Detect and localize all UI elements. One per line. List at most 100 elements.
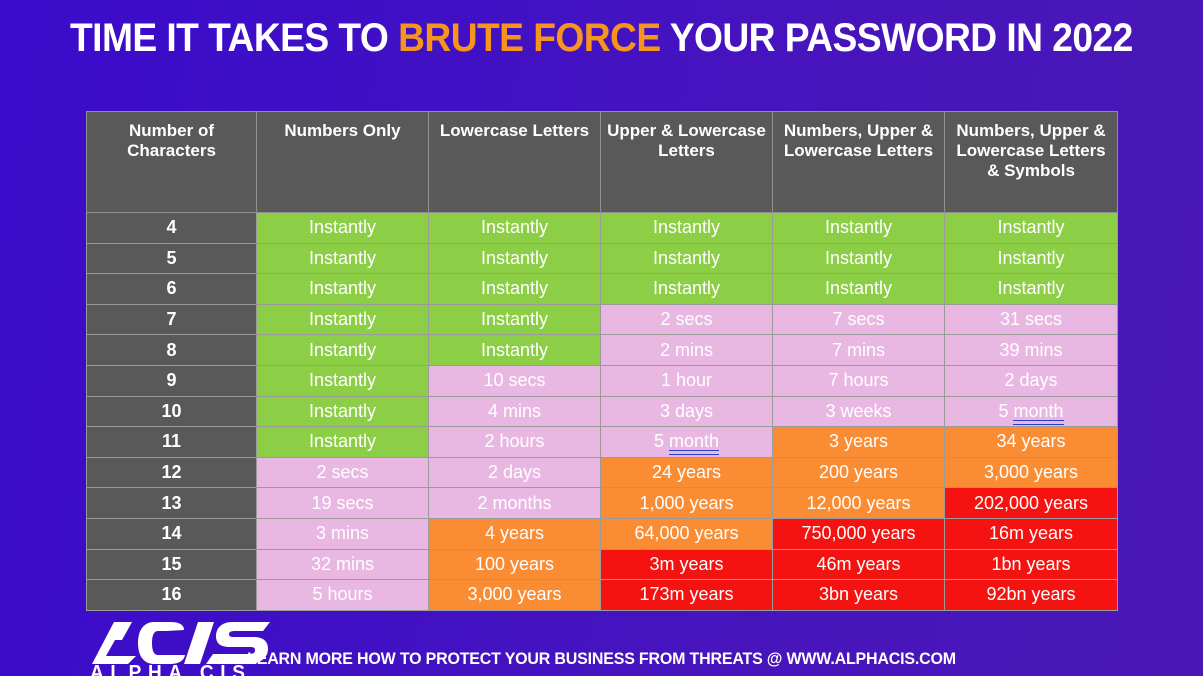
crack-time-cell: Instantly — [256, 395, 429, 428]
row-label-character-count: 7 — [86, 303, 257, 336]
crack-time-cell: Instantly — [428, 212, 601, 244]
table-row: 8 Instantly Instantly 2 mins 7 mins 39 mins — [86, 334, 1118, 366]
table-row: 11 Instantly 2 hours 5 month 3 years 34 years — [86, 426, 1118, 458]
crack-time-cell: Instantly — [944, 212, 1118, 244]
crack-time-cell: 750,000 years — [772, 517, 945, 550]
grammar-underline: month — [1013, 400, 1064, 421]
table-row: 15 32 mins 100 years 3m years 46m years 1bn y… — [86, 548, 1118, 581]
crack-time-cell: Instantly — [256, 242, 429, 275]
crack-time-cell: 4 mins — [428, 395, 601, 428]
crack-time-cell: 2 secs — [600, 303, 773, 336]
row-label-character-count: 6 — [86, 273, 257, 305]
crack-time-cell: 5 hours — [256, 579, 429, 611]
crack-time-cell: 3bn years — [772, 579, 945, 611]
crack-time-cell: 5 month — [600, 426, 773, 458]
row-label-character-count: 8 — [86, 334, 257, 366]
table-header-row: Number of Characters Numbers Only Lowerc… — [86, 111, 1118, 213]
row-label-character-count: 10 — [86, 395, 257, 428]
crack-time-cell: 3m years — [600, 548, 773, 581]
table-row: 10 Instantly 4 mins 3 days 3 weeks 5 month — [86, 395, 1118, 428]
crack-time-cell: 2 mins — [600, 334, 773, 366]
column-header-lowercase: Lowercase Letters — [428, 111, 601, 213]
row-label-character-count: 9 — [86, 364, 257, 397]
crack-time-cell: Instantly — [428, 273, 601, 305]
column-header-num-upper-lower-symbols: Numbers, Upper & Lowercase Letters & Sym… — [944, 111, 1118, 213]
crack-time-cell: 16m years — [944, 517, 1118, 550]
table-row: 7 Instantly Instantly 2 secs 7 secs 31 secs — [86, 303, 1118, 336]
crack-time-cell: 7 mins — [772, 334, 945, 366]
crack-time-cell: 2 hours — [428, 426, 601, 458]
crack-time-cell: 3,000 years — [944, 456, 1118, 489]
footer-tagline: LEARN MORE HOW TO PROTECT YOUR BUSINESS … — [247, 650, 956, 668]
crack-time-cell: Instantly — [600, 212, 773, 244]
crack-time-cell: 32 mins — [256, 548, 429, 581]
column-header-num-upper-lower: Numbers, Upper & Lowercase Letters — [772, 111, 945, 213]
crack-time-cell: 2 days — [944, 364, 1118, 397]
row-label-character-count: 12 — [86, 456, 257, 489]
row-label-character-count: 13 — [86, 487, 257, 519]
crack-time-cell: 200 years — [772, 456, 945, 489]
crack-time-cell: 2 days — [428, 456, 601, 489]
crack-time-cell: 34 years — [944, 426, 1118, 458]
crack-time-cell: 4 years — [428, 517, 601, 550]
crack-time-cell: Instantly — [428, 334, 601, 366]
table-body: 4 Instantly Instantly Instantly Instantly Ins… — [86, 212, 1118, 611]
crack-time-cell: 1 hour — [600, 364, 773, 397]
crack-time-cell: 3 years — [772, 426, 945, 458]
crack-time-cell: Instantly — [256, 303, 429, 336]
title-highlight: BRUTE FORCE — [398, 16, 661, 60]
crack-time-cell: Instantly — [600, 242, 773, 275]
crack-time-cell: 3,000 years — [428, 579, 601, 611]
page-title-text: TIME IT TAKES TO BRUTE FORCE YOUR PASSWO… — [70, 16, 1133, 61]
column-header-numbers-only: Numbers Only — [256, 111, 429, 213]
table-row: 9 Instantly 10 secs 1 hour 7 hours 2 days — [86, 364, 1118, 397]
crack-time-cell: Instantly — [772, 212, 945, 244]
crack-time-cell: Instantly — [600, 273, 773, 305]
crack-time-cell: Instantly — [256, 212, 429, 244]
title-part-before: TIME IT TAKES TO — [70, 16, 399, 60]
crack-time-cell: Instantly — [256, 426, 429, 458]
crack-time-cell: 3 days — [600, 395, 773, 428]
crack-time-cell: Instantly — [772, 242, 945, 275]
crack-time-cell: Instantly — [256, 334, 429, 366]
crack-time-cell: 19 secs — [256, 487, 429, 519]
table-row: 4 Instantly Instantly Instantly Instantly Ins… — [86, 212, 1118, 244]
table-header: Number of Characters Numbers Only Lowerc… — [86, 111, 1118, 213]
crack-time-cell: 10 secs — [428, 364, 601, 397]
crack-time-cell: 100 years — [428, 548, 601, 581]
crack-time-cell: 5 month — [944, 395, 1118, 428]
crack-time-cell: 24 years — [600, 456, 773, 489]
crack-time-cell: 46m years — [772, 548, 945, 581]
table-row: 16 5 hours 3,000 years 173m years 3bn years 9… — [86, 579, 1118, 611]
table-row: 5 Instantly Instantly Instantly Instantly Ins… — [86, 242, 1118, 275]
crack-time-cell: 202,000 years — [944, 487, 1118, 519]
crack-time-cell: Instantly — [428, 242, 601, 275]
crack-time-cell: 92bn years — [944, 579, 1118, 611]
crack-time-cell: Instantly — [944, 273, 1118, 305]
crack-time-cell: Instantly — [428, 303, 601, 336]
crack-time-cell: 7 secs — [772, 303, 945, 336]
crack-time-cell: 1,000 years — [600, 487, 773, 519]
crack-time-cell: Instantly — [256, 364, 429, 397]
title-part-after: YOUR PASSWORD IN 2022 — [660, 16, 1134, 60]
crack-time-cell: 39 mins — [944, 334, 1118, 366]
crack-time-cell: Instantly — [772, 273, 945, 305]
crack-time-cell: 7 hours — [772, 364, 945, 397]
footer: ALPHA CIS LEARN MORE HOW TO PROTECT YOUR… — [0, 616, 1203, 676]
row-label-character-count: 16 — [86, 579, 257, 611]
column-header-upper-lower: Upper & Lowercase Letters — [600, 111, 773, 213]
row-label-character-count: 15 — [86, 548, 257, 581]
crack-time-cell: Instantly — [256, 273, 429, 305]
table-row: 6 Instantly Instantly Instantly Instantly Ins… — [86, 273, 1118, 305]
crack-time-cell: 2 secs — [256, 456, 429, 489]
table-row: 14 3 mins 4 years 64,000 years 750,000 years… — [86, 517, 1118, 550]
crack-time-cell: 1bn years — [944, 548, 1118, 581]
crack-time-cell: 3 weeks — [772, 395, 945, 428]
password-crack-time-table: Number of Characters Numbers Only Lowerc… — [86, 111, 1118, 611]
crack-time-cell: 31 secs — [944, 303, 1118, 336]
table-row: 12 2 secs 2 days 24 years 200 years 3,000 yea… — [86, 456, 1118, 489]
crack-time-cell: 173m years — [600, 579, 773, 611]
crack-time-cell: 2 months — [428, 487, 601, 519]
row-label-character-count: 5 — [86, 242, 257, 275]
row-label-character-count: 14 — [86, 517, 257, 550]
